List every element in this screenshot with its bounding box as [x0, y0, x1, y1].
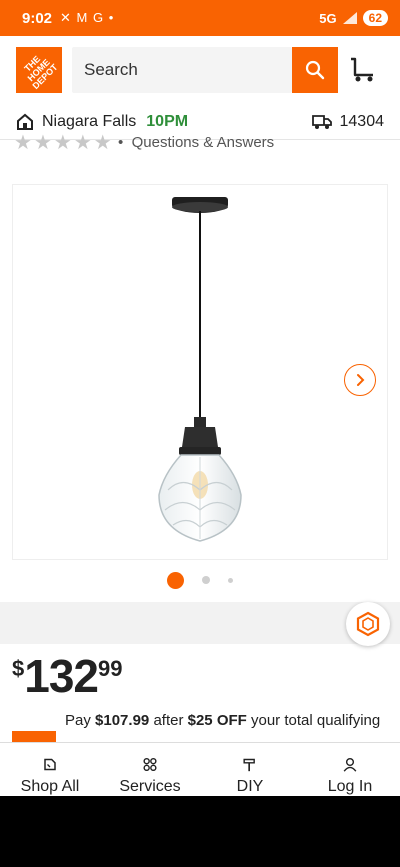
user-icon — [343, 757, 357, 772]
star-icon: ★ — [33, 132, 52, 152]
notification-icons: ✕ M G • — [60, 10, 115, 25]
chevron-right-icon — [357, 374, 365, 386]
star-icon: ★ — [53, 132, 72, 152]
price-currency: $ — [12, 656, 25, 681]
status-right: 5G 62 — [319, 10, 388, 26]
search-icon — [305, 60, 325, 80]
product-image-carousel[interactable] — [12, 184, 388, 560]
search-placeholder: Search — [84, 60, 138, 79]
qa-label: Questions & Answers — [131, 134, 275, 151]
search-input[interactable]: Search — [72, 47, 292, 93]
store-hours: 10PM — [146, 112, 189, 130]
bullet-icon: • — [118, 134, 132, 151]
home-depot-logo[interactable]: THE HOME DEPOT — [16, 47, 62, 93]
pendant-light-image — [158, 197, 242, 542]
nav-services[interactable]: Services — [100, 743, 200, 796]
zip-code: 14304 — [339, 112, 385, 130]
shop-all-icon — [44, 758, 56, 771]
promo-offer: $25 OFF — [187, 712, 247, 729]
next-image-button[interactable] — [344, 364, 376, 396]
carousel-dot[interactable] — [228, 577, 233, 583]
nav-log-in[interactable]: Log In — [300, 743, 400, 796]
nav-label: Services — [119, 778, 181, 795]
ar-cube-icon — [356, 611, 380, 637]
star-icon: ★ — [73, 132, 92, 152]
app-screen: 9:02 ✕ M G • 5G 62 THE HOME DEPOT Search — [0, 0, 400, 796]
truck-icon — [311, 114, 332, 129]
promo-middle: after — [153, 712, 184, 729]
delivery-zip[interactable]: 14304 — [311, 112, 385, 131]
star-icon: ★ — [93, 132, 112, 152]
signal-icon — [342, 12, 357, 24]
cart-button[interactable] — [346, 53, 380, 87]
hammer-icon — [243, 758, 255, 772]
promo-message[interactable]: Pay $107.99 after $25 OFF your total qua… — [65, 712, 395, 729]
store-icon — [17, 113, 33, 130]
promo-prefix: Pay — [65, 712, 91, 729]
bottom-navigation: Shop All Services DIY Log In — [0, 742, 400, 796]
status-time: 9:02 — [22, 9, 53, 27]
carousel-dot[interactable] — [202, 576, 210, 584]
price-dollars: 132 — [24, 650, 99, 702]
product-price: $ 132 99 — [12, 652, 122, 702]
promo-price: $107.99 — [95, 712, 150, 729]
logo-text: THE HOME DEPOT — [22, 53, 60, 91]
price-cents: 99 — [98, 656, 123, 681]
nav-diy[interactable]: DIY — [200, 743, 300, 796]
nav-shop-all[interactable]: Shop All — [0, 743, 100, 796]
nav-label: DIY — [236, 778, 264, 795]
services-icon — [143, 757, 157, 772]
search-button[interactable] — [292, 47, 338, 93]
store-name[interactable]: Niagara Falls — [42, 113, 136, 131]
star-icon: ★ — [14, 132, 32, 152]
questions-answers-link[interactable]: • Questions & Answers — [118, 134, 274, 151]
app-header: THE HOME DEPOT Search — [0, 36, 400, 104]
nav-label: Log In — [327, 778, 373, 795]
cart-icon — [351, 57, 373, 82]
battery-badge: 62 — [362, 10, 388, 26]
rating-stars[interactable]: ★ ★ ★ ★ ★ — [14, 132, 112, 152]
status-bar: 9:02 ✕ M G • 5G 62 — [0, 0, 400, 36]
section-divider — [0, 602, 400, 644]
carousel-indicators — [0, 571, 400, 589]
network-indicator: 5G — [319, 10, 337, 26]
nav-label: Shop All — [20, 778, 80, 795]
promo-suffix: your total qualifying — [250, 712, 381, 729]
view-in-room-button[interactable] — [346, 602, 390, 646]
carousel-dot-active[interactable] — [167, 571, 184, 589]
